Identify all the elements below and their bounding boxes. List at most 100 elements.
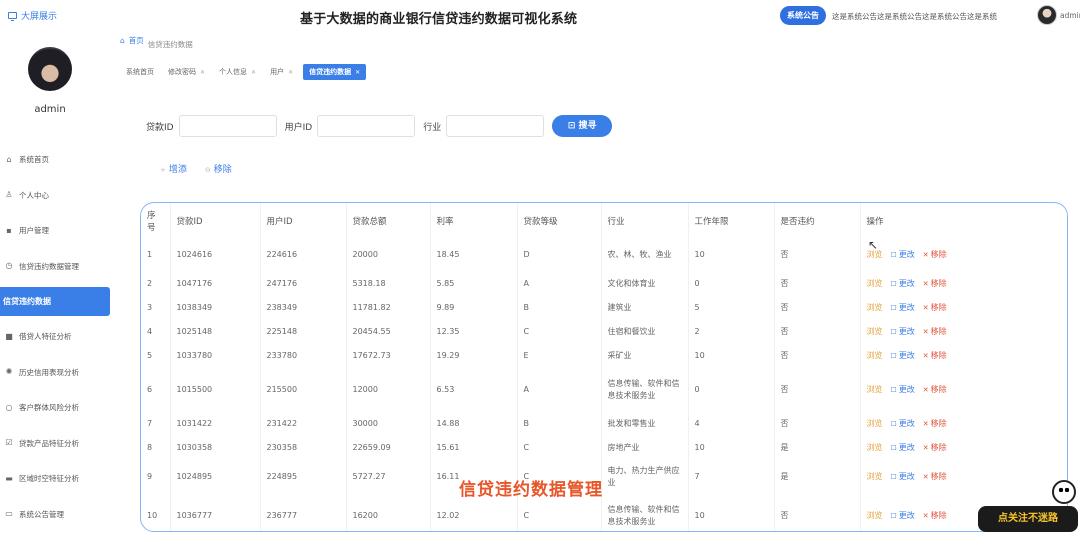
delete-button[interactable]: ✕ 移除 <box>923 303 947 312</box>
sidebar-item-customer-risk[interactable]: ○ 客户群体风险分析 <box>0 390 112 426</box>
close-icon: ✕ <box>922 473 929 481</box>
sidebar-item-credit-history[interactable]: ✺ 历史信用表现分析 <box>0 355 112 391</box>
breadcrumb-home[interactable]: 首页 <box>129 35 144 46</box>
table-cell: B <box>517 296 602 320</box>
user-id-input[interactable] <box>317 115 416 137</box>
table-cell: 6.53 <box>430 368 518 412</box>
table-cell: 否 <box>774 272 861 296</box>
table-cell: 2 <box>141 272 171 296</box>
view-button[interactable]: 浏览 <box>867 419 883 428</box>
delete-button[interactable]: ✕ 移除 <box>923 327 947 336</box>
edit-button[interactable]: ☐ 更改 <box>891 250 915 259</box>
edit-icon: ☐ <box>890 444 897 452</box>
tag-bar: 系统首页 修改密码 ✕ 个人信息 ✕ 用户 ✕ 信贷违约数据 ✕ <box>122 64 367 80</box>
table-header: 序号 贷款ID 用户ID 贷款总额 利率 贷款等级 行业 工作年限 是否违约 操… <box>141 203 1067 238</box>
edit-button[interactable]: ☐ 更改 <box>891 351 915 360</box>
sidebar-item-users[interactable]: ▪ 用户管理 <box>0 213 112 249</box>
add-button[interactable]: + 增添 <box>160 162 187 175</box>
delete-button[interactable]: ✕ 移除 <box>923 472 947 481</box>
edit-button[interactable]: ☐ 更改 <box>891 385 915 394</box>
edit-button[interactable]: ☐ 更改 <box>891 419 915 428</box>
table-cell: 20000 <box>346 238 431 272</box>
view-button[interactable]: 浏览 <box>867 279 883 288</box>
close-icon[interactable]: ✕ <box>355 69 360 76</box>
sidebar-item-default-data-manage[interactable]: ◷ 信贷违约数据管理 <box>0 249 112 285</box>
close-icon[interactable]: ✕ <box>200 69 205 76</box>
big-screen-link[interactable]: 大屏展示 <box>8 9 57 22</box>
table-cell: 否 <box>774 344 861 368</box>
delete-button[interactable]: ✕ 移除 <box>923 351 947 360</box>
delete-button[interactable]: ✕ 移除 <box>923 279 947 288</box>
sidebar-item-home[interactable]: ⌂ 系统首页 <box>0 142 112 178</box>
view-button[interactable]: 浏览 <box>867 327 883 336</box>
sidebar-item-profile[interactable]: ♙ 个人中心 <box>0 178 112 214</box>
search-button[interactable]: ⊡ 搜寻 <box>552 115 613 137</box>
view-button[interactable]: 浏览 <box>867 511 883 520</box>
notice-marquee: 这是系统公告这是系统公告这是系统公告这是系统 <box>832 12 997 21</box>
table-cell: C <box>517 436 602 460</box>
delete-button[interactable]: ✕ 移除 <box>923 419 947 428</box>
remove-button[interactable]: ⊖ 移除 <box>205 162 232 175</box>
notice-button[interactable]: 系统公告 <box>780 6 826 25</box>
edit-button[interactable]: ☐ 更改 <box>891 327 915 336</box>
table-cell: 8 <box>141 436 171 460</box>
tag-default-data[interactable]: 信贷违约数据 ✕ <box>303 64 367 80</box>
table-cell: 224895 <box>260 460 347 494</box>
col-header-grade: 贷款等级 <box>517 203 602 238</box>
edit-button[interactable]: ☐ 更改 <box>891 443 915 452</box>
monitor-icon <box>8 12 17 21</box>
view-button[interactable]: 浏览 <box>867 351 883 360</box>
top-username[interactable]: admin <box>1060 11 1080 20</box>
loan-id-input[interactable] <box>178 115 277 137</box>
view-button[interactable]: 浏览 <box>867 472 883 481</box>
delete-button[interactable]: ✕ 移除 <box>923 443 947 452</box>
edit-icon: ☐ <box>890 386 897 394</box>
edit-button[interactable]: ☐ 更改 <box>891 511 915 520</box>
tag-change-password[interactable]: 修改密码 ✕ <box>164 65 209 79</box>
table-cell: 233780 <box>260 344 347 368</box>
row-actions: 浏览 ☐ 更改 ✕ 移除 <box>860 320 1067 344</box>
table-cell: 16200 <box>346 494 431 531</box>
col-header-years: 工作年限 <box>688 203 775 238</box>
table-cell: 1047176 <box>170 272 261 296</box>
sidebar-item-region-analysis[interactable]: ▬ 区域时空特征分析 <box>0 461 112 497</box>
table-row: 6 1015500 215500 12000 6.53 A 信息传输、软件和信息技术服务业 0… <box>141 368 1067 412</box>
table-row: 4 1025148 225148 20454.55 12.35 C 住宿和餐饮业 2 否浏览 ☐ 更… <box>141 320 1067 344</box>
table-cell: 20454.55 <box>346 320 431 344</box>
table-cell: 12000 <box>346 368 431 412</box>
view-button[interactable]: 浏览 <box>867 385 883 394</box>
table-cell: 0 <box>688 368 775 412</box>
edit-button[interactable]: ☐ 更改 <box>891 303 915 312</box>
delete-button[interactable]: ✕ 移除 <box>923 511 947 520</box>
close-icon[interactable]: ✕ <box>251 69 256 76</box>
circle-icon: ◷ <box>5 261 13 271</box>
col-header-index: 序号 <box>141 203 171 238</box>
sidebar-item-notice-manage[interactable]: ▭ 系统公告管理 <box>0 497 112 533</box>
tag-profile[interactable]: 个人信息 ✕ <box>215 65 260 79</box>
table-cell: 建筑业 <box>601 296 689 320</box>
close-icon: ✕ <box>922 280 929 288</box>
message-icon: ▭ <box>5 509 13 519</box>
tag-users[interactable]: 用户 ✕ <box>266 65 297 79</box>
edit-button[interactable]: ☐ 更改 <box>891 279 915 288</box>
table-cell: 否 <box>774 238 861 272</box>
close-icon: ✕ <box>922 352 929 360</box>
sidebar-avatar <box>28 47 72 91</box>
tag-home[interactable]: 系统首页 <box>122 65 158 79</box>
edit-button[interactable]: ☐ 更改 <box>891 472 915 481</box>
sidebar-item-borrower-analysis[interactable]: ■ 借贷人特征分析 <box>0 319 112 355</box>
table-cell: 住宿和餐饮业 <box>601 320 689 344</box>
view-button[interactable]: 浏览 <box>867 443 883 452</box>
table-cell: 1025148 <box>170 320 261 344</box>
sidebar-item-product-analysis[interactable]: ☑ 贷款产品特征分析 <box>0 426 112 462</box>
industry-input[interactable] <box>446 115 545 137</box>
close-icon[interactable]: ✕ <box>288 69 293 76</box>
close-icon: ✕ <box>922 386 929 394</box>
delete-button[interactable]: ✕ 移除 <box>923 250 947 259</box>
table-cell: 9.89 <box>430 296 518 320</box>
col-header-default: 是否违约 <box>774 203 861 238</box>
avatar[interactable] <box>1037 5 1057 25</box>
view-button[interactable]: 浏览 <box>867 303 883 312</box>
sidebar-item-default-data[interactable]: 信贷违约数据 <box>0 287 110 316</box>
delete-button[interactable]: ✕ 移除 <box>923 385 947 394</box>
